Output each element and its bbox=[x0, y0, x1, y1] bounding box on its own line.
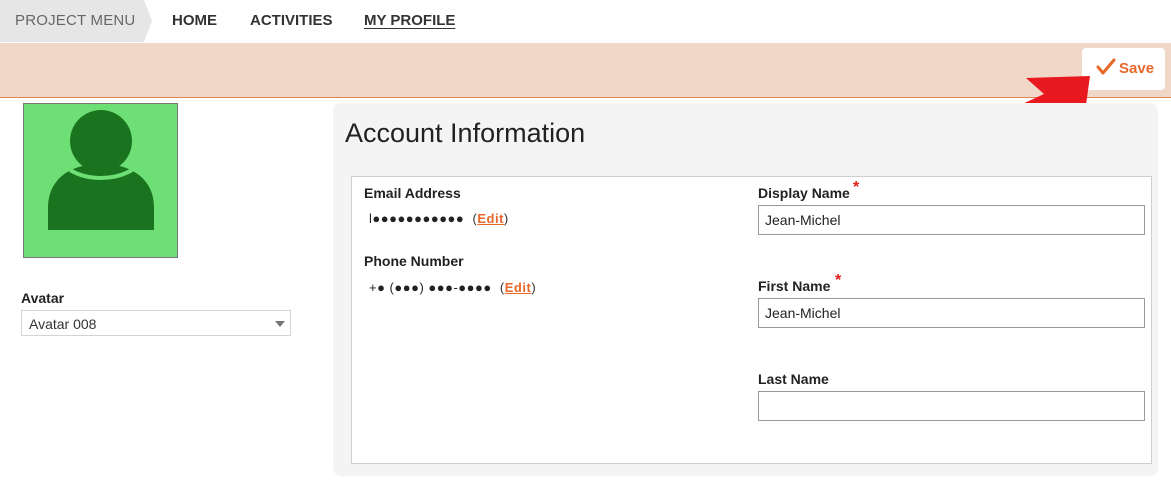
last-name-input[interactable] bbox=[758, 391, 1145, 421]
project-menu-button[interactable]: PROJECT MENU bbox=[0, 0, 152, 42]
edit-email-link[interactable]: Edit bbox=[477, 211, 504, 226]
nav-my-profile-link[interactable]: MY PROFILE bbox=[364, 12, 455, 29]
first-name-label: First Name bbox=[758, 278, 831, 294]
nav-home-link[interactable]: HOME bbox=[172, 12, 217, 29]
avatar-select[interactable]: Avatar 008 bbox=[21, 310, 291, 336]
phone-row: +● (●●●) ●●●-●●●● (Edit) bbox=[369, 280, 537, 295]
display-name-label: Display Name bbox=[758, 185, 850, 201]
last-name-label: Last Name bbox=[758, 371, 829, 387]
save-label: Save bbox=[1119, 60, 1155, 77]
top-nav: PROJECT MENU HOME ACTIVITIES MY PROFILE bbox=[0, 0, 1171, 42]
first-name-input[interactable] bbox=[758, 298, 1145, 328]
display-name-required-mark: * bbox=[853, 179, 860, 196]
edit-phone-link[interactable]: Edit bbox=[505, 280, 532, 295]
phone-label: Phone Number bbox=[364, 253, 464, 269]
user-silhouette-icon bbox=[48, 110, 154, 230]
page-title: Account Information bbox=[345, 118, 586, 148]
email-label: Email Address bbox=[364, 185, 461, 201]
project-menu-label: PROJECT MENU bbox=[15, 12, 136, 29]
avatar-image bbox=[23, 103, 178, 258]
phone-masked-value: +● (●●●) ●●●-●●●● bbox=[369, 280, 492, 295]
nav-activities-link[interactable]: ACTIVITIES bbox=[250, 12, 333, 29]
avatar-label: Avatar bbox=[21, 290, 65, 306]
avatar-select-value: Avatar 008 bbox=[29, 316, 97, 332]
email-row: l●●●●●●●●●●● (Edit) bbox=[369, 211, 509, 226]
first-name-required-mark: * bbox=[835, 272, 842, 289]
display-name-input[interactable] bbox=[758, 205, 1145, 235]
email-masked-value: l●●●●●●●●●●● bbox=[369, 211, 465, 226]
chevron-down-icon bbox=[275, 321, 285, 327]
